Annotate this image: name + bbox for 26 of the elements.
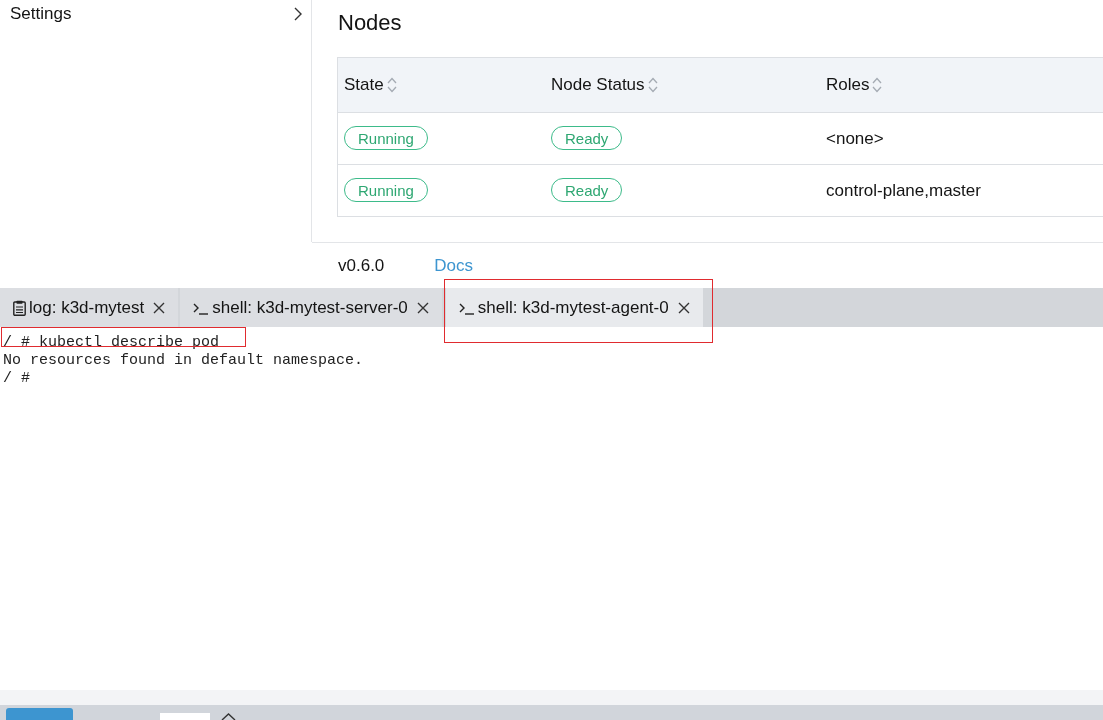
- sidebar-item[interactable]: Settings: [0, 0, 311, 28]
- tab-label: shell: k3d-mytest-agent-0: [477, 296, 669, 319]
- column-header[interactable]: Roles: [826, 72, 883, 98]
- close-button[interactable]: [676, 300, 691, 315]
- chevron-right-icon: [294, 7, 302, 21]
- close-button[interactable]: [415, 300, 430, 315]
- version-text: v0.6.0: [338, 254, 385, 277]
- column-header[interactable]: Node Status: [551, 72, 658, 98]
- column-header[interactable]: State: [344, 72, 397, 98]
- terminal-line: No resources found in default namespace.: [3, 352, 364, 369]
- input-field[interactable]: [160, 713, 210, 720]
- close-icon: [416, 301, 429, 314]
- table-cell-text: control-plane,master: [826, 179, 981, 202]
- tab-label: log: k3d-mytest: [29, 296, 145, 319]
- close-icon: [677, 301, 690, 314]
- terminal-tab[interactable]: shell: k3d-mytest-agent-0: [445, 288, 703, 327]
- terminal-tab[interactable]: log: k3d-mytest: [0, 288, 179, 327]
- section-title: Nodes: [338, 9, 402, 37]
- terminal-line: / #: [3, 370, 30, 387]
- table-cell-text: <none>: [826, 127, 884, 150]
- clipboard-icon: [13, 299, 26, 316]
- close-button[interactable]: [152, 300, 167, 315]
- terminal-tab[interactable]: shell: k3d-mytest-server-0: [180, 288, 442, 327]
- tab-label: shell: k3d-mytest-server-0: [212, 296, 408, 319]
- caret-up-icon[interactable]: [221, 713, 236, 720]
- close-icon: [153, 301, 166, 314]
